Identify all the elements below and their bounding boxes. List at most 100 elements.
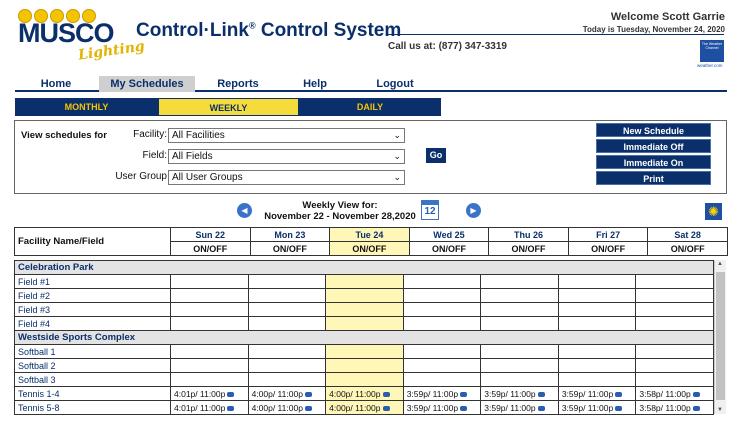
scroll-thumb[interactable]: [716, 272, 725, 400]
schedule-cell[interactable]: 3:59p/ 11:00p: [480, 386, 559, 401]
schedule-cell[interactable]: [557, 302, 637, 317]
grid-scrollbar[interactable]: ▲ ▼: [714, 260, 726, 414]
schedule-cell[interactable]: [402, 316, 482, 331]
schedule-cell[interactable]: [402, 344, 482, 359]
schedule-cell[interactable]: [402, 274, 482, 289]
schedule-cell[interactable]: [325, 344, 404, 359]
schedule-cell[interactable]: [170, 274, 249, 289]
immediate-off-button[interactable]: Immediate Off: [596, 139, 711, 153]
schedule-cell[interactable]: [480, 344, 559, 359]
schedule-cell[interactable]: 3:59p/ 11:00p: [557, 386, 637, 401]
schedule-cell[interactable]: 4:00p/ 11:00p: [247, 400, 327, 415]
schedule-cell[interactable]: [170, 316, 249, 331]
nav-my-schedules[interactable]: My Schedules: [99, 76, 195, 92]
schedule-cell[interactable]: 3:59p/ 11:00p: [402, 400, 482, 415]
go-button[interactable]: Go: [426, 148, 446, 163]
schedule-cell[interactable]: 3:59p/ 11:00p: [557, 400, 637, 415]
schedule-cell[interactable]: [325, 288, 404, 303]
scroll-up-icon[interactable]: ▲: [717, 261, 723, 267]
scroll-down-icon[interactable]: ▼: [717, 407, 723, 413]
schedule-cell[interactable]: [247, 372, 327, 387]
field-select[interactable]: All Fields ⌄: [168, 149, 405, 164]
schedule-cell[interactable]: [635, 274, 714, 289]
schedule-cell[interactable]: 3:58p/ 11:00p: [635, 400, 714, 415]
sun-icon[interactable]: ✺: [705, 203, 722, 220]
tab-daily[interactable]: DAILY: [299, 98, 441, 116]
nav-reports[interactable]: Reports: [198, 76, 278, 92]
field-name-link[interactable]: Field #3: [14, 302, 171, 317]
schedule-cell[interactable]: [325, 274, 404, 289]
schedule-cell[interactable]: [170, 302, 249, 317]
schedule-cell[interactable]: [635, 316, 714, 331]
schedule-cell[interactable]: 3:59p/ 11:00p: [402, 386, 482, 401]
schedule-cell[interactable]: [480, 288, 559, 303]
schedule-cell[interactable]: [557, 372, 637, 387]
nav-help[interactable]: Help: [280, 76, 350, 92]
schedule-cell[interactable]: 3:58p/ 11:00p: [635, 386, 714, 401]
schedule-cell[interactable]: [635, 288, 714, 303]
facility-select[interactable]: All Facilities ⌄: [168, 128, 405, 143]
schedule-cell[interactable]: [480, 372, 559, 387]
schedule-cell[interactable]: [480, 302, 559, 317]
field-name-link[interactable]: Softball 3: [14, 372, 171, 387]
field-name-link[interactable]: Field #4: [14, 316, 171, 331]
schedule-cell[interactable]: [247, 302, 327, 317]
nav-logout[interactable]: Logout: [355, 76, 435, 92]
schedule-cell[interactable]: [247, 358, 327, 373]
schedule-cell[interactable]: [402, 302, 482, 317]
schedule-cell[interactable]: 4:01p/ 11:00p: [170, 400, 249, 415]
schedule-cell[interactable]: [557, 344, 637, 359]
schedule-cell[interactable]: [170, 372, 249, 387]
field-name-link[interactable]: Softball 1: [14, 344, 171, 359]
schedule-cell[interactable]: 4:00p/ 11:00p: [247, 386, 327, 401]
field-name-link[interactable]: Field #2: [14, 288, 171, 303]
schedule-cell[interactable]: [325, 358, 404, 373]
field-row: Field #2: [14, 288, 714, 303]
schedule-cell[interactable]: [402, 288, 482, 303]
schedule-cell[interactable]: [247, 274, 327, 289]
schedule-cell[interactable]: [480, 274, 559, 289]
prev-week-icon[interactable]: ◀: [237, 203, 252, 218]
schedule-cell[interactable]: [557, 358, 637, 373]
schedule-cell[interactable]: [247, 344, 327, 359]
schedule-cell[interactable]: [557, 316, 637, 331]
schedule-cell[interactable]: [170, 358, 249, 373]
schedule-cell[interactable]: [480, 316, 559, 331]
schedule-cell[interactable]: 3:59p/ 11:00p: [480, 400, 559, 415]
schedule-cell[interactable]: [635, 372, 714, 387]
schedule-cell[interactable]: 4:00p/ 11:00p: [325, 400, 404, 415]
schedule-cell[interactable]: [247, 316, 327, 331]
calendar-icon[interactable]: 12: [421, 200, 439, 220]
nav-home[interactable]: Home: [15, 76, 97, 92]
schedule-cell[interactable]: 4:00p/ 11:00p: [325, 386, 404, 401]
tab-monthly[interactable]: MONTHLY: [15, 98, 158, 116]
schedule-cell[interactable]: [170, 288, 249, 303]
tab-weekly[interactable]: WEEKLY: [158, 98, 299, 116]
schedule-cell[interactable]: [325, 372, 404, 387]
schedule-cell[interactable]: [325, 302, 404, 317]
user-group-select[interactable]: All User Groups ⌄: [168, 170, 405, 185]
schedule-cell[interactable]: [557, 288, 637, 303]
print-button[interactable]: Print: [596, 171, 711, 185]
field-name-link[interactable]: Field #1: [14, 274, 171, 289]
schedule-cell[interactable]: [480, 358, 559, 373]
schedule-cell[interactable]: [402, 372, 482, 387]
immediate-on-button[interactable]: Immediate On: [596, 155, 711, 169]
day-header: Sun 22: [170, 227, 251, 242]
schedule-cell[interactable]: [635, 358, 714, 373]
weather-channel-icon[interactable]: The Weather Channel: [700, 40, 724, 62]
weather-site-link[interactable]: weather.com: [697, 63, 723, 68]
field-name-link[interactable]: Tennis 5-8: [14, 400, 171, 415]
schedule-cell[interactable]: [402, 358, 482, 373]
next-week-icon[interactable]: ▶: [466, 203, 481, 218]
schedule-cell[interactable]: [635, 344, 714, 359]
field-name-link[interactable]: Tennis 1-4: [14, 386, 171, 401]
schedule-cell[interactable]: [247, 288, 327, 303]
schedule-cell[interactable]: [557, 274, 637, 289]
new-schedule-button[interactable]: New Schedule: [596, 123, 711, 137]
schedule-cell[interactable]: [170, 344, 249, 359]
field-name-link[interactable]: Softball 2: [14, 358, 171, 373]
schedule-cell[interactable]: 4:01p/ 11:00p: [170, 386, 249, 401]
schedule-cell[interactable]: [325, 316, 404, 331]
schedule-cell[interactable]: [635, 302, 714, 317]
